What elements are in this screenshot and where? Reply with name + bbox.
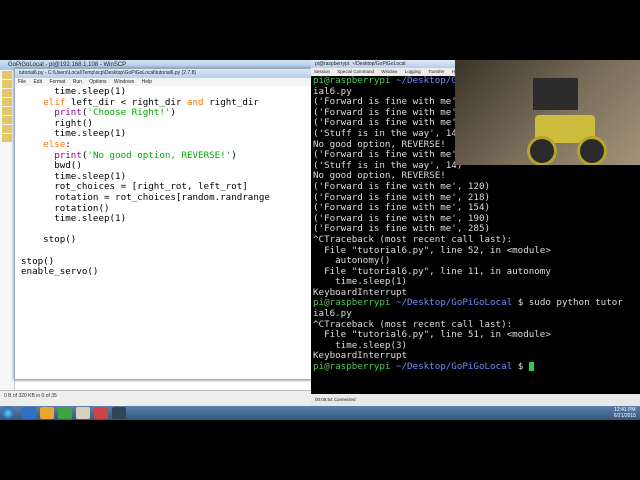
menu-special-command[interactable]: Special Command [337,69,374,74]
chrome-icon[interactable] [40,407,54,419]
folder-icon [2,125,12,133]
app-icon[interactable] [58,407,72,419]
folder-icon [2,89,12,97]
code-editor[interactable]: time.sleep(1) elif left_dir < right_dir … [21,87,307,379]
explorer-icon[interactable] [22,407,36,419]
menu-run[interactable]: Run [73,79,82,85]
terminal-line: pi@raspberrypi ~/Desktop/GoPiGoLocal $ [313,361,640,373]
terminal-line: ('Forward is fine with me', 120) [313,180,491,192]
terminal-line: ^CTraceback (most recent call last): [313,233,513,245]
terminal-icon[interactable] [112,407,126,419]
menu-windows[interactable]: Windows [114,79,134,85]
code-line: enable_servo() [21,266,99,278]
editor-menubar: File Edit Format Run Options Windows Hel… [15,78,311,86]
cursor [528,362,534,372]
menu-help[interactable]: Help [142,79,152,85]
menu-transfer[interactable]: Transfer [428,69,445,74]
clock[interactable]: 12:41 PM 6/21/2015 [614,407,636,419]
folder-icon [2,80,12,88]
folder-icon [2,134,12,142]
file-manager-window[interactable]: GoPiGoLocal - pi@192.168.1.108 - WinSCP … [0,60,313,406]
code-line: stop() [21,234,77,246]
folder-icon [2,71,12,79]
taskbar: 12:41 PM 6/21/2015 [0,406,640,420]
menu-edit[interactable]: Edit [33,79,42,85]
app-icon[interactable] [94,407,108,419]
menu-session[interactable]: Session [314,69,330,74]
folder-tree[interactable] [0,70,15,390]
menu-window[interactable]: Window [381,69,397,74]
terminal-status: 00:09:54 Connected [311,394,640,406]
robot-turret [533,78,578,110]
folder-icon [2,107,12,115]
code-line: rotation = rot_choices[random.randrange [21,191,270,203]
start-button[interactable] [2,407,14,419]
folder-icon [2,98,12,106]
menu-logging[interactable]: Logging [405,69,421,74]
app-icon[interactable] [76,407,90,419]
code-line: time.sleep(1) [21,213,127,225]
desktop-screen: GoPiGoLocal - pi@192.168.1.108 - WinSCP … [0,60,640,420]
editor-window[interactable]: tutorial6.py - C:\Users\Local\Temp\scp\D… [14,68,312,380]
terminal-line: pi@raspberrypi ~/Desktop/GoPiGoLocal $ s… [313,297,623,309]
menu-options[interactable]: Options [89,79,106,85]
menu-format[interactable]: Format [49,79,65,85]
robot-wheel [527,136,557,165]
robot-wheel [577,136,607,165]
folder-icon [2,116,12,124]
clock-date: 6/21/2015 [613,413,636,419]
editor-title: tutorial6.py - C:\Users\Local\Temp\scp\D… [15,69,311,78]
file-manager-status: 0 B of 320 KB in 0 of 35 [0,390,312,406]
menu-file[interactable]: File [18,79,26,85]
webcam-overlay [455,60,640,165]
